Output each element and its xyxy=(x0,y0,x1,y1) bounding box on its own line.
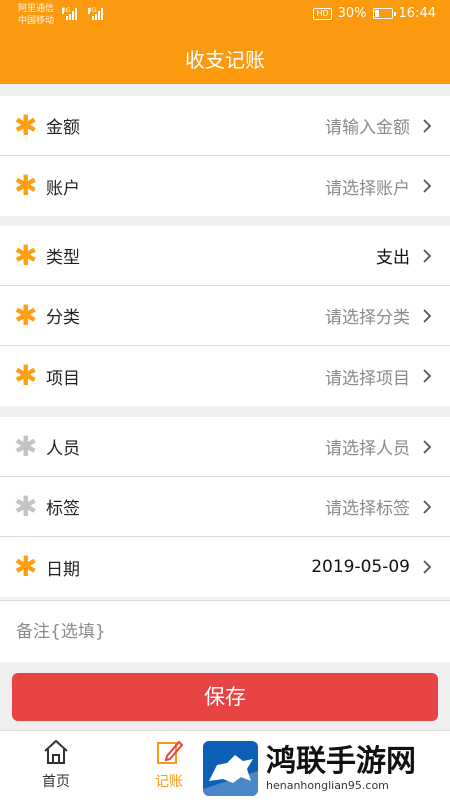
chevron-right-icon xyxy=(423,439,432,454)
chevron-right-icon xyxy=(423,308,432,323)
required-star-icon: ✱ xyxy=(14,298,38,332)
remark-input[interactable] xyxy=(0,601,450,662)
required-star-icon: ✱ xyxy=(14,550,38,583)
hd-icon: HD xyxy=(313,7,332,20)
signal-icon-1: 3G xyxy=(62,8,77,20)
chevron-right-icon xyxy=(423,499,432,514)
row-label: 类型 xyxy=(46,248,80,268)
row-category[interactable]: ✱ 分类 请选择分类 xyxy=(0,286,450,346)
battery-percent: 30% xyxy=(337,6,367,21)
row-label: 分类 xyxy=(46,308,80,328)
signal-icon-2: 4G xyxy=(88,8,103,20)
tab-home-label: 首页 xyxy=(42,774,70,790)
form-section-1: ✱ 金额 请输入金额 ✱ 账户 请选择账户 xyxy=(0,96,450,216)
row-value: 支出 xyxy=(376,248,410,268)
required-star-icon: ✱ xyxy=(14,108,38,142)
chevron-right-icon xyxy=(423,560,432,574)
row-label: 标签 xyxy=(46,499,80,519)
row-value: 请选择标签 xyxy=(325,499,410,519)
app-header: 阿里通信 中国移动 3G 4G HD 30% 16:44 收支记账 xyxy=(0,0,450,84)
carrier-2: 中国移动 xyxy=(18,16,55,26)
chevron-right-icon xyxy=(423,118,432,133)
battery-icon xyxy=(372,8,396,19)
row-label: 人员 xyxy=(46,439,80,459)
ledger-edit-icon xyxy=(157,740,184,764)
row-label: 账户 xyxy=(46,178,80,199)
row-label: 金额 xyxy=(46,118,80,138)
bull-icon xyxy=(203,754,258,796)
row-value: 请输入金额 xyxy=(325,118,410,138)
row-date[interactable]: ✱ 日期 2019-05-09 xyxy=(0,537,450,597)
watermark: 鸿联手游网 henanhonglian95.com xyxy=(203,740,445,796)
required-star-icon: ✱ xyxy=(14,238,38,272)
watermark-title: 鸿联手游网 xyxy=(266,743,416,779)
row-value: 请选择人员 xyxy=(325,439,410,459)
row-label: 项目 xyxy=(46,368,80,389)
row-person[interactable]: ✱ 人员 请选择人员 xyxy=(0,417,450,477)
status-right: HD 30% 16:44 xyxy=(313,6,436,21)
row-value: 请选择项目 xyxy=(325,368,410,389)
row-label: 日期 xyxy=(46,559,80,580)
carrier-1: 阿里通信 xyxy=(18,4,55,14)
chevron-right-icon xyxy=(423,179,432,193)
required-star-icon: ✱ xyxy=(14,169,38,202)
row-value: 请选择账户 xyxy=(325,178,410,199)
chevron-right-icon xyxy=(423,369,432,383)
optional-star-icon: ✱ xyxy=(14,429,38,463)
chevron-right-icon xyxy=(423,248,432,263)
form-section-2: ✱ 类型 支出 ✱ 分类 请选择分类 ✱ 项目 请选择项目 xyxy=(0,226,450,406)
optional-star-icon: ✱ xyxy=(14,489,38,523)
row-type[interactable]: ✱ 类型 支出 xyxy=(0,226,450,286)
row-tag[interactable]: ✱ 标签 请选择标签 xyxy=(0,477,450,537)
save-button[interactable]: 保存 xyxy=(12,673,438,721)
page-title: 收支记账 xyxy=(185,48,265,72)
row-project[interactable]: ✱ 项目 请选择项目 xyxy=(0,346,450,406)
remark-field[interactable] xyxy=(0,600,450,662)
status-bar: 阿里通信 中国移动 3G 4G HD 30% 16:44 xyxy=(0,0,450,30)
tab-ledger[interactable]: 记账 xyxy=(134,737,204,791)
row-account[interactable]: ✱ 账户 请选择账户 xyxy=(0,156,450,216)
home-icon xyxy=(44,739,68,764)
clock: 16:44 xyxy=(398,6,436,21)
row-value: 2019-05-09 xyxy=(311,557,410,577)
tab-ledger-label: 记账 xyxy=(155,774,183,790)
required-star-icon: ✱ xyxy=(14,359,38,392)
row-amount[interactable]: ✱ 金额 请输入金额 xyxy=(0,96,450,156)
form-section-3: ✱ 人员 请选择人员 ✱ 标签 请选择标签 ✱ 日期 2019-05-09 xyxy=(0,417,450,597)
row-value: 请选择分类 xyxy=(325,308,410,328)
watermark-url: henanhonglian95.com xyxy=(266,778,389,792)
watermark-logo xyxy=(203,740,258,796)
tab-home[interactable]: 首页 xyxy=(21,737,91,791)
carrier-info: 阿里通信 中国移动 xyxy=(18,3,54,27)
